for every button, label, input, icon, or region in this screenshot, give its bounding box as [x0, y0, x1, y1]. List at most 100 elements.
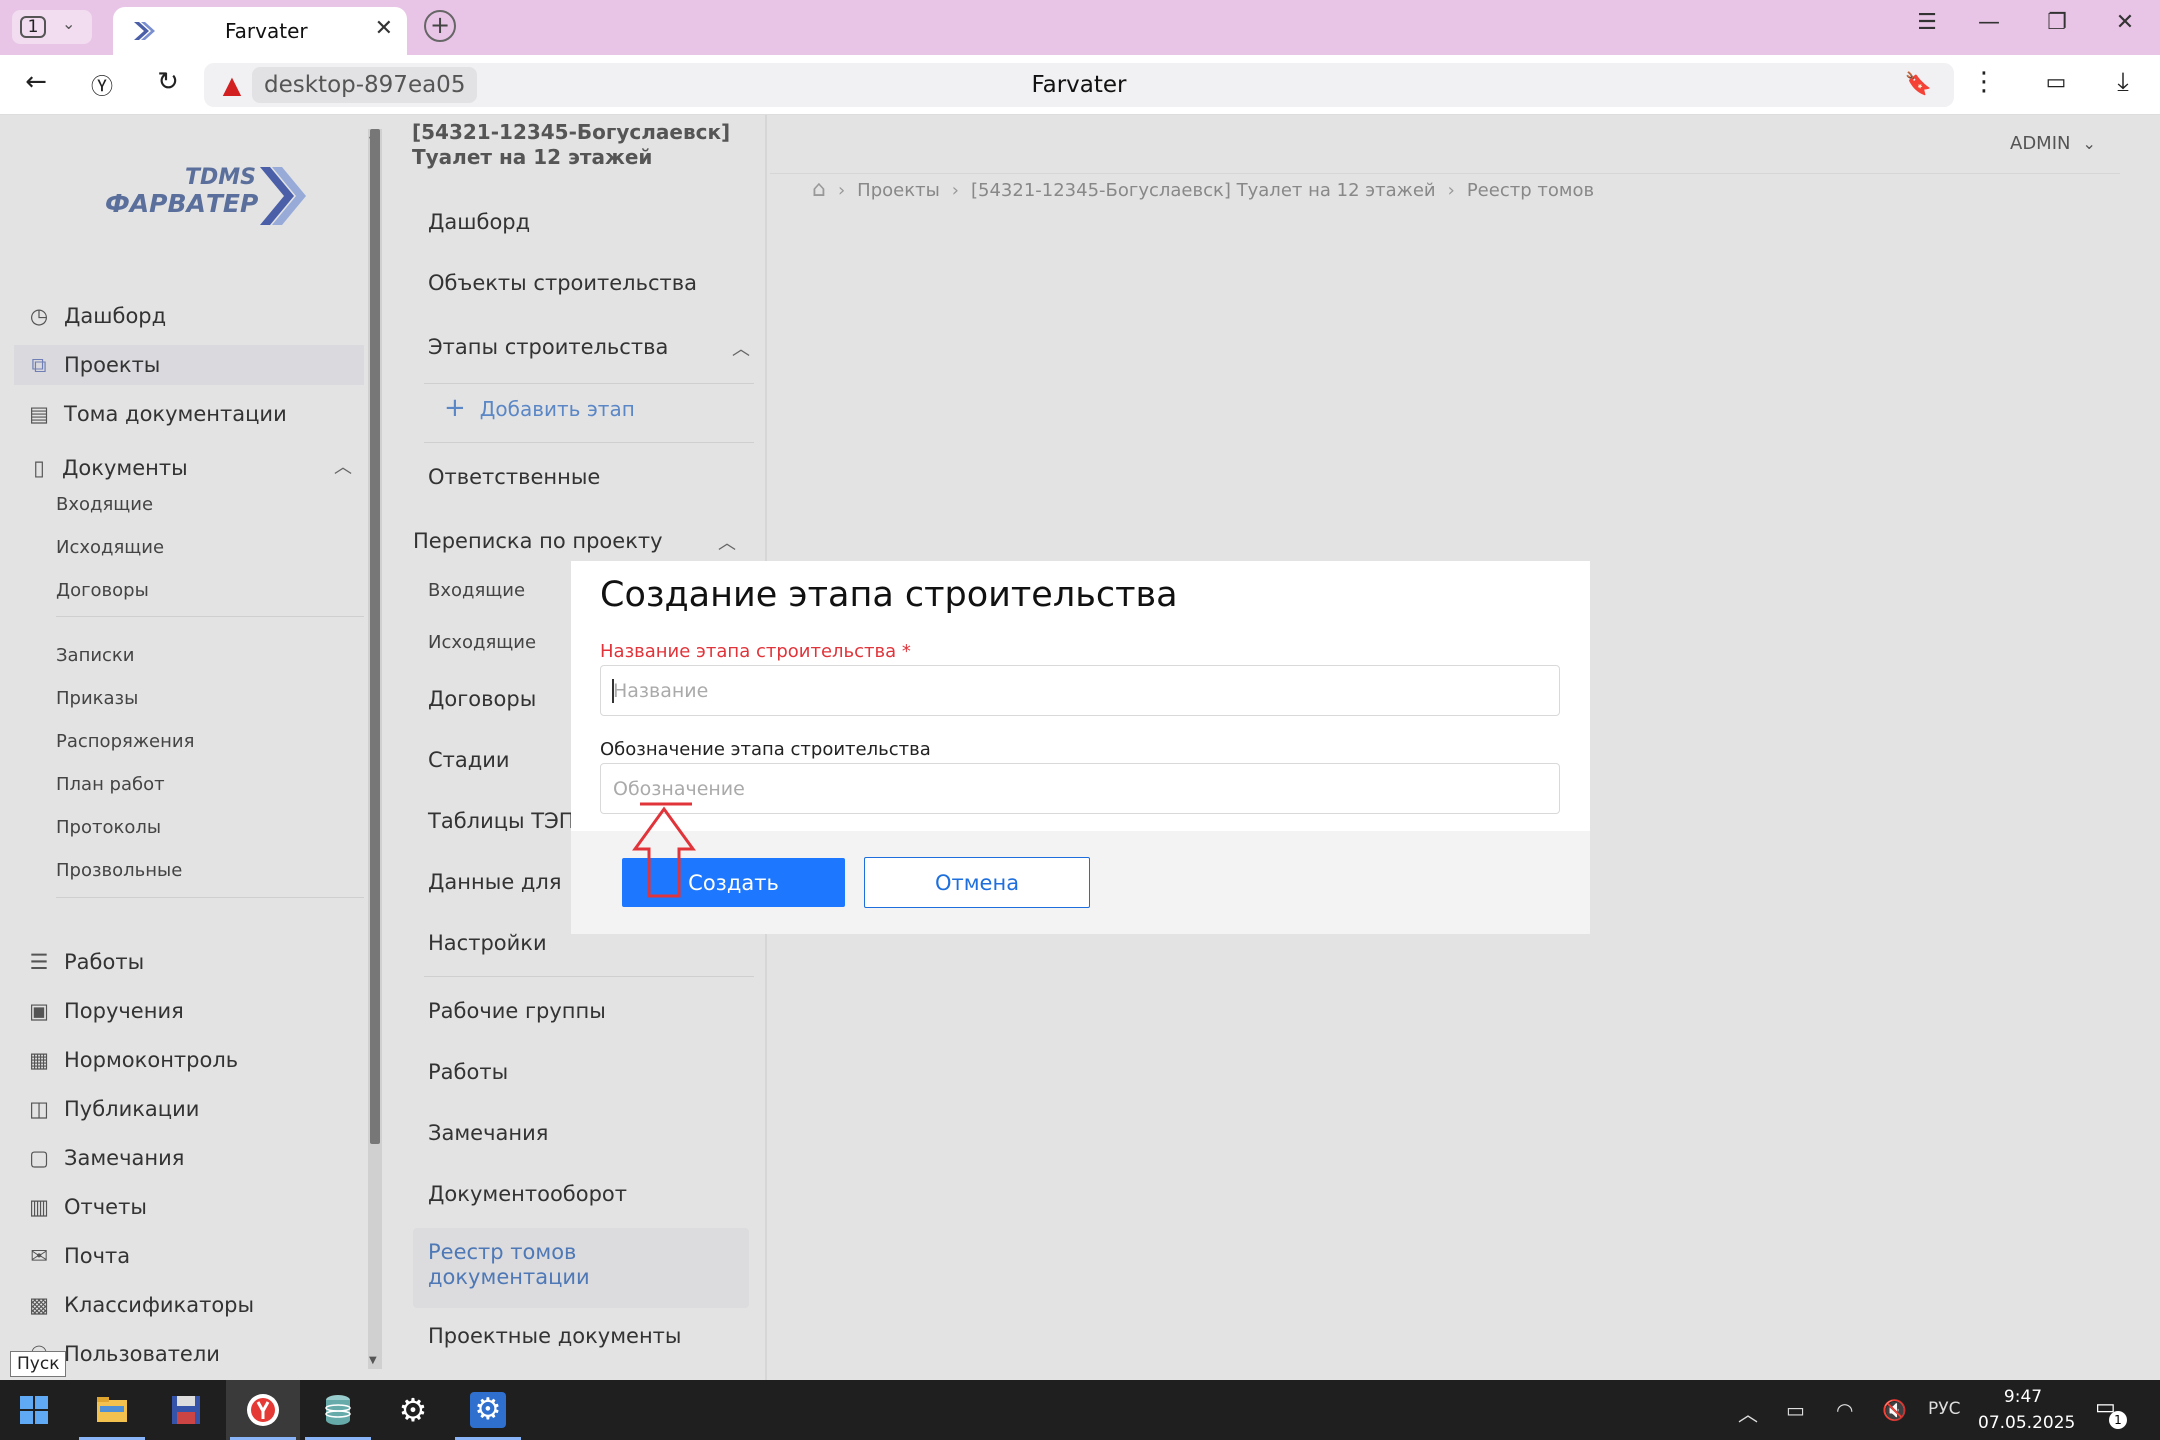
sidebar-item-dashboard[interactable]: ◷ Дашборд	[14, 296, 364, 336]
sidebar-item-users[interactable]: ⚇ Пользователи	[14, 1334, 364, 1374]
breadcrumb-projects[interactable]: Проекты	[857, 180, 940, 201]
chevron-up-icon[interactable]: ︿	[732, 335, 750, 361]
scroll-down-icon[interactable]: ▼	[369, 1355, 377, 1366]
bookmark-icon[interactable]: 🔖	[1905, 72, 1932, 97]
project-menu-incoming[interactable]: Входящие	[428, 580, 525, 601]
taskbar-settings-app[interactable]: ⚙	[376, 1380, 450, 1440]
yandex-icon[interactable]: Ⓨ	[84, 69, 120, 101]
chevron-up-icon[interactable]: ︿	[334, 448, 352, 488]
project-menu-workgroups[interactable]: Рабочие группы	[428, 996, 606, 1026]
sidebar-item-projects[interactable]: ⧉ Проекты	[14, 345, 364, 385]
tray-clock[interactable]: 9:47 07.05.2025	[1978, 1384, 2075, 1436]
cancel-button[interactable]: Отмена	[864, 857, 1090, 908]
stage-code-input[interactable]	[600, 763, 1560, 814]
project-menu-settings[interactable]: Настройки	[428, 928, 547, 958]
checklist-icon: ▦	[29, 1048, 49, 1072]
sidebar-item-publications[interactable]: ◫ Публикации	[14, 1089, 364, 1129]
project-menu-objects[interactable]: Объекты строительства	[428, 268, 697, 298]
tray-chevron-up-icon[interactable]: ︿	[1738, 1398, 1758, 1427]
sidebar-item-classifiers[interactable]: ▩ Классификаторы	[14, 1285, 364, 1325]
sidebar-item-label: Документы	[62, 456, 188, 480]
tray-volume-muted-icon[interactable]: 🔇	[1882, 1398, 1907, 1422]
battery-icon[interactable]: ▭	[2038, 70, 2074, 95]
gear-blue-icon: ⚙	[470, 1392, 506, 1428]
sidebar-sub-incoming[interactable]: Входящие	[56, 491, 153, 519]
farvater-favicon-icon	[134, 22, 155, 40]
sidebar-sub-arbitrary[interactable]: Прозвольные	[56, 857, 182, 885]
reload-icon[interactable]: ↻	[150, 67, 186, 97]
browser-tab-active[interactable]: Farvater ✕	[113, 7, 407, 55]
project-menu-data-for[interactable]: Данные для	[428, 867, 562, 897]
tray-battery-icon[interactable]: ▭	[1786, 1398, 1805, 1422]
sidebar-item-label: Нормоконтроль	[64, 1048, 239, 1072]
sidebar-item-works[interactable]: ☰ Работы	[14, 942, 364, 982]
back-icon[interactable]: ←	[18, 67, 54, 97]
url-host[interactable]: desktop-897ea05	[252, 67, 478, 103]
sidebar-item-normcontrol[interactable]: ▦ Нормоконтроль	[14, 1040, 364, 1080]
menu-icon[interactable]: ☰	[1912, 10, 1942, 35]
project-menu-correspondence[interactable]: Переписка по проекту	[413, 526, 663, 556]
tab-close-icon[interactable]: ✕	[375, 16, 393, 41]
chevron-down-icon[interactable]: ⌄	[62, 14, 75, 33]
project-menu-volume-registry[interactable]: Реестр томов документации	[413, 1228, 749, 1308]
project-menu-dashboard[interactable]: Дашборд	[428, 207, 530, 237]
project-menu-remarks[interactable]: Замечания	[428, 1118, 548, 1148]
tab-counter[interactable]: 1 ⌄	[12, 10, 92, 44]
tray-language[interactable]: РУС	[1928, 1399, 1960, 1419]
sidebar-item-documents[interactable]: ▯ Документы ︿	[14, 448, 364, 488]
close-window-icon[interactable]: ✕	[2110, 10, 2140, 35]
header-divider	[770, 173, 2120, 174]
home-icon[interactable]: ⌂	[812, 177, 826, 202]
project-menu-tep-tables[interactable]: Таблицы ТЭП	[428, 806, 575, 836]
clock-icon: ◷	[29, 304, 49, 328]
project-menu-responsible[interactable]: Ответственные	[428, 462, 600, 492]
tdms-farvater-logo[interactable]: TDMS ФАРВАТЕР	[105, 165, 315, 235]
user-menu[interactable]: ADMIN ⌄	[2010, 133, 2096, 154]
download-icon[interactable]: ⤓	[2105, 67, 2141, 98]
taskbar-settings-app-2[interactable]: ⚙	[451, 1380, 525, 1440]
logo-arrow-icon	[260, 167, 306, 225]
url-field[interactable]: ▲ desktop-897ea05 Farvater 🔖	[204, 63, 1954, 107]
sidebar-item-mail[interactable]: ✉ Почта	[14, 1236, 364, 1276]
clock-time: 9:47	[2003, 1387, 2043, 1407]
sidebar-item-assignments[interactable]: ▣ Поручения	[14, 991, 364, 1031]
sidebar-scrollbar-thumb[interactable]	[370, 129, 380, 1144]
taskbar-save-app[interactable]	[149, 1380, 223, 1440]
breadcrumb-project[interactable]: [54321-12345-Богуслаевск] Туалет на 12 э…	[971, 180, 1436, 201]
chevron-up-icon[interactable]: ︿	[718, 529, 736, 555]
address-bar: ← Ⓨ ↻ ▲ desktop-897ea05 Farvater 🔖 ⋮ ▭ ⤓	[0, 55, 2160, 115]
taskbar-database-app[interactable]	[301, 1380, 375, 1440]
project-menu-stages[interactable]: Этапы строительства	[428, 332, 668, 362]
restore-icon[interactable]: ❐	[2042, 10, 2072, 35]
project-menu-works[interactable]: Работы	[428, 1057, 508, 1087]
more-icon[interactable]: ⋮	[1966, 67, 2002, 97]
sidebar-sub-contracts[interactable]: Договоры	[56, 577, 149, 605]
project-menu-stadii[interactable]: Стадии	[428, 745, 510, 775]
notification-center-icon[interactable]: ▭ 1	[2095, 1395, 2127, 1429]
new-tab-button[interactable]: +	[424, 10, 456, 42]
sidebar-item-remarks[interactable]: ▢ Замечания	[14, 1138, 364, 1178]
project-menu-project-docs[interactable]: Проектные документы	[428, 1321, 682, 1351]
project-menu-outgoing[interactable]: Исходящие	[428, 632, 536, 653]
project-menu-docflow[interactable]: Документооборот	[428, 1179, 627, 1209]
sidebar-sub-orders[interactable]: Приказы	[56, 685, 138, 713]
taskbar-explorer[interactable]	[75, 1380, 149, 1440]
windows-start-icon[interactable]	[20, 1396, 48, 1424]
sidebar-sub-notes[interactable]: Записки	[56, 642, 135, 670]
sidebar-item-reports[interactable]: ▥ Отчеты	[14, 1187, 364, 1227]
grid-icon: ▩	[29, 1293, 49, 1317]
warning-icon[interactable]: ▲	[214, 69, 250, 101]
sidebar-sub-outgoing[interactable]: Исходящие	[56, 534, 164, 562]
mail-icon: ✉	[30, 1244, 48, 1268]
minimize-icon[interactable]: —	[1974, 10, 2004, 35]
breadcrumb-separator: ›	[1447, 180, 1455, 201]
sidebar-item-doc-volumes[interactable]: ▤ Тома документации	[14, 394, 364, 434]
add-stage-link[interactable]: + Добавить этап	[444, 393, 635, 424]
project-menu-contracts[interactable]: Договоры	[428, 684, 536, 714]
tray-wifi-icon[interactable]: ◠	[1836, 1398, 1853, 1422]
sidebar-sub-work-plan[interactable]: План работ	[56, 771, 165, 799]
sidebar-sub-protocols[interactable]: Протоколы	[56, 814, 161, 842]
sidebar-sub-directives[interactable]: Распоряжения	[56, 728, 194, 756]
stage-name-input[interactable]	[600, 665, 1560, 716]
taskbar-yandex-browser[interactable]	[226, 1380, 300, 1440]
